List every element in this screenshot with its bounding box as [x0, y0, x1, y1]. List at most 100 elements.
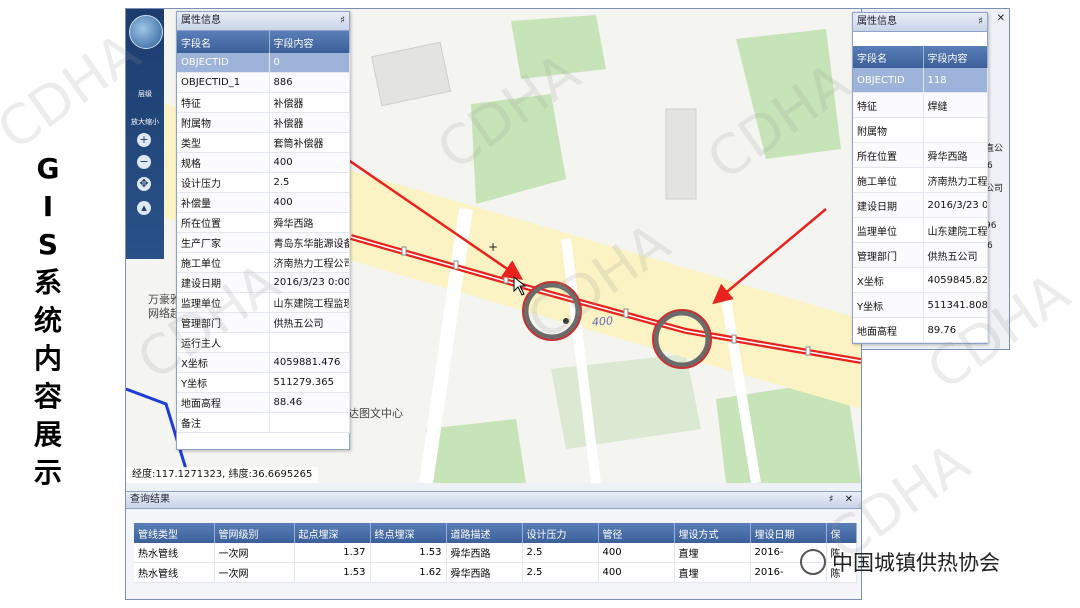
- column-header[interactable]: 起点埋深: [294, 523, 371, 543]
- field-value: 400: [269, 152, 350, 173]
- table-row[interactable]: 特征 补偿器: [177, 92, 350, 113]
- table-row[interactable]: 地面高程 89.76: [853, 317, 988, 343]
- field-value: 118: [923, 68, 988, 93]
- column-header[interactable]: 字段内容: [269, 31, 350, 53]
- attribute-panel-left: 属性信息 ♯ 字段名 字段内容 OBJECTID 0 OBJECTID_1 886 …: [176, 11, 350, 450]
- slider-icon[interactable]: ▴: [137, 201, 151, 215]
- field-name: 建设日期: [177, 272, 270, 293]
- field-name: 生产厂家: [177, 232, 270, 253]
- table-row[interactable]: OBJECTID_1 886: [177, 72, 350, 93]
- table-cell: 1.37: [294, 543, 371, 563]
- column-header[interactable]: 道路描述: [446, 523, 523, 543]
- field-value: 济南热力工程公司: [923, 167, 988, 193]
- table-row[interactable]: 特征 焊缝: [853, 92, 988, 118]
- pin-icon[interactable]: ♯: [978, 13, 983, 31]
- field-value: 焊缝: [923, 92, 988, 118]
- field-name: 所在位置: [177, 212, 270, 233]
- query-results-panel: 查询结果 ♯ ✕ 管线类型 管网级别 起点埋深 终点埋深 道路描述 设计压力 管…: [126, 491, 861, 599]
- side-title-char: S: [37, 228, 59, 261]
- column-header[interactable]: 埋设日期: [750, 523, 827, 543]
- field-name: 特征: [177, 92, 270, 113]
- side-title: G I S 系 统 内 容 展 示: [28, 150, 68, 492]
- field-value: 0: [269, 53, 350, 73]
- table-row[interactable]: 类型 套筒补偿器: [177, 132, 350, 153]
- table-row[interactable]: 备注: [177, 412, 350, 433]
- compass-icon[interactable]: [129, 15, 163, 49]
- table-row[interactable]: 监理单位山东建院工程监理咨: [177, 292, 350, 313]
- field-name: 特征: [853, 92, 924, 118]
- table-cell: 一次网: [214, 543, 295, 563]
- field-name: 备注: [177, 412, 270, 433]
- table-row[interactable]: 补偿量 400: [177, 192, 350, 213]
- field-name: OBJECTID: [853, 68, 924, 93]
- table-row[interactable]: 运行主人: [177, 332, 350, 353]
- close-icon[interactable]: ✕: [997, 13, 1005, 24]
- table-row[interactable]: X坐标4059845.828: [853, 267, 988, 293]
- attribute-table: 字段名 字段内容 OBJECTID 118 特征 焊缝 附属物 所在位置 舜华西路 施…: [853, 46, 988, 343]
- table-row[interactable]: Y坐标 511341.808: [853, 292, 988, 318]
- table-row[interactable]: 所在位置 舜华西路: [177, 212, 350, 233]
- table-row[interactable]: 附属物: [853, 117, 988, 143]
- table-row[interactable]: 施工单位济南热力工程公司: [177, 252, 350, 273]
- table-row[interactable]: 热水管线 一次网 1.53 1.62 舜华西路 2.5 400 直埋 2016-…: [134, 562, 857, 583]
- pipe-joint[interactable]: [805, 346, 811, 356]
- table-row[interactable]: Y坐标 511279.365: [177, 372, 350, 393]
- table-row[interactable]: 建设日期2016/3/23 0:00:: [853, 192, 988, 218]
- table-row[interactable]: 设计压力 2.5: [177, 172, 350, 193]
- column-header[interactable]: 埋设方式: [674, 523, 751, 543]
- pan-icon[interactable]: ✥: [137, 177, 151, 191]
- table-row[interactable]: 规格 400: [177, 152, 350, 173]
- field-value: 4059881.476: [269, 352, 350, 373]
- gis-app-window: + 400 万豪雅 网络超 达图文中心 层级 放大缩小 + − ✥ ▴ 经度:1…: [125, 8, 862, 600]
- field-name: OBJECTID_1: [177, 72, 270, 93]
- field-value: 舜华西路: [269, 212, 350, 233]
- pipe-joint[interactable]: [453, 260, 459, 270]
- table-row[interactable]: 附属物 补偿器: [177, 112, 350, 133]
- field-value: 舜华西路: [923, 142, 988, 168]
- pipe-joint[interactable]: [401, 246, 407, 256]
- field-value: [269, 412, 350, 433]
- table-row[interactable]: 地面高程 88.46: [177, 392, 350, 413]
- column-header[interactable]: 管径: [598, 523, 675, 543]
- pipe-diameter-label: 400: [591, 314, 614, 329]
- column-header[interactable]: 设计压力: [522, 523, 599, 543]
- pipe-joint[interactable]: [503, 274, 509, 284]
- column-header[interactable]: 保: [826, 523, 857, 543]
- field-value: 511279.365: [269, 372, 350, 393]
- table-row[interactable]: 施工单位济南热力工程公司: [853, 167, 988, 193]
- table-row[interactable]: 所在位置 舜华西路: [853, 142, 988, 168]
- column-header[interactable]: 管线类型: [134, 523, 215, 543]
- pin-icon[interactable]: ♯: [340, 12, 345, 30]
- table-row[interactable]: 监理单位山东建院工程监理咨: [853, 217, 988, 243]
- column-header[interactable]: 字段名: [853, 46, 924, 68]
- attribute-table: 字段名 字段内容 OBJECTID 0 OBJECTID_1 886 特征 补偿器 附…: [177, 31, 350, 433]
- map-canvas[interactable]: + 400 万豪雅 网络超 达图文中心 层级 放大缩小 + − ✥ ▴ 经度:1…: [126, 9, 861, 483]
- side-title-char: 统: [33, 304, 62, 337]
- column-header[interactable]: 字段名: [177, 31, 270, 53]
- table-row[interactable]: 管理部门 供热五公司: [853, 242, 988, 268]
- table-row[interactable]: OBJECTID 0: [177, 53, 350, 73]
- table-row[interactable]: 建设日期2016/3/23 0:00:: [177, 272, 350, 293]
- column-header[interactable]: 字段内容: [923, 46, 988, 68]
- table-row[interactable]: 热水管线 一次网 1.37 1.53 舜华西路 2.5 400 直埋 2016-…: [134, 543, 857, 563]
- field-name: 管理部门: [177, 312, 270, 333]
- column-header[interactable]: 终点埋深: [370, 523, 447, 543]
- table-cell: 400: [598, 543, 675, 563]
- field-value: 400: [269, 192, 350, 213]
- column-header[interactable]: 管网级别: [214, 523, 295, 543]
- pipe-joint[interactable]: [731, 334, 737, 344]
- table-row[interactable]: 管理部门 供热五公司: [177, 312, 350, 333]
- pipe-joint[interactable]: [623, 308, 629, 318]
- selected-feature-marker[interactable]: [563, 318, 569, 324]
- panel-controls-icon[interactable]: ♯ ✕: [829, 492, 857, 508]
- field-value: 济南热力工程公司: [269, 252, 350, 273]
- table-row[interactable]: X坐标 4059881.476: [177, 352, 350, 373]
- zoom-out-icon[interactable]: −: [137, 155, 151, 169]
- table-row[interactable]: OBJECTID 118: [853, 68, 988, 93]
- table-row[interactable]: 生产厂家青岛东华能源设备有: [177, 232, 350, 253]
- zoom-in-icon[interactable]: +: [137, 133, 151, 147]
- field-value: 89.76: [923, 317, 988, 343]
- side-title-char: I: [42, 190, 54, 223]
- side-title-char: 系: [33, 266, 62, 299]
- field-value: [923, 117, 988, 143]
